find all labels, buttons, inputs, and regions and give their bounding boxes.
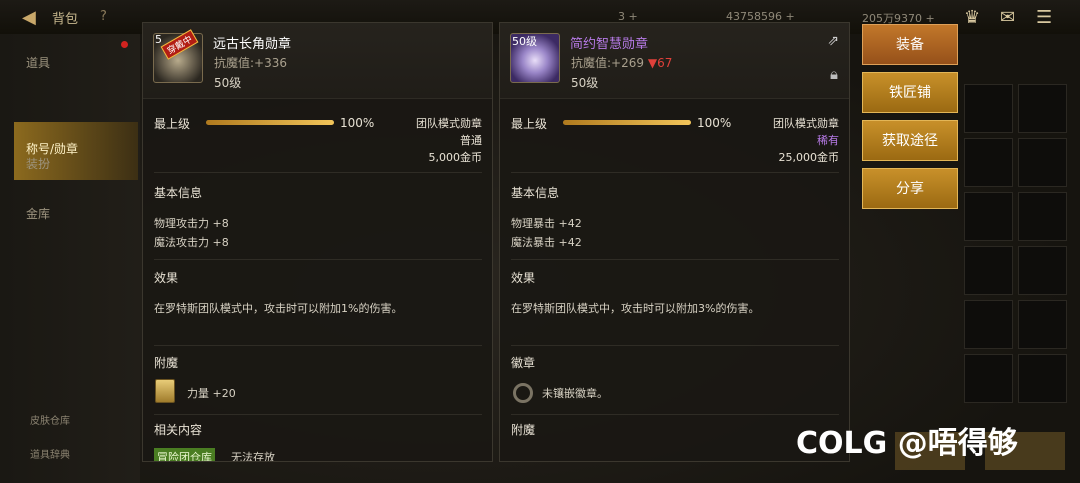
level-tag: 50级 bbox=[512, 35, 537, 48]
magic-resist-value: 抗魔值:+269 ▼67 bbox=[571, 56, 673, 70]
item-level: 50级 bbox=[214, 76, 242, 90]
item-level: 50级 bbox=[571, 76, 599, 90]
item-type: 团队模式勋章 bbox=[416, 117, 482, 130]
divider bbox=[511, 259, 839, 260]
inventory-slot[interactable] bbox=[964, 192, 1013, 241]
item-tooltip-compare: 50级 简约智慧勋章 抗魔值:+269 ▼67 50级 ⇗ 🔒︎ 最上级 100… bbox=[499, 22, 850, 462]
enhance-progress-bar bbox=[563, 120, 691, 125]
item-name: 远古长角勋章 bbox=[213, 37, 292, 52]
horn-medal-icon: 5 穿戴中 bbox=[153, 29, 203, 83]
divider bbox=[511, 172, 839, 173]
equip-button[interactable]: 装备 bbox=[862, 24, 958, 65]
sidebar: 道具 称号/勋章 装扮 金库 皮肤仓库 道具辞典 bbox=[0, 34, 140, 483]
enhance-percent: 100% bbox=[697, 116, 732, 130]
basic-info-title: 基本信息 bbox=[154, 186, 203, 200]
inventory-slot[interactable] bbox=[1018, 84, 1067, 133]
notification-dot bbox=[121, 41, 128, 48]
effect-title: 效果 bbox=[511, 271, 536, 285]
sidebar-item-avatar[interactable]: 装扮 bbox=[26, 155, 50, 172]
sidebar-item-vault[interactable]: 金库 bbox=[26, 205, 50, 222]
inventory-slot[interactable] bbox=[964, 84, 1013, 133]
crown-icon[interactable]: ♛ bbox=[964, 7, 980, 28]
blacksmith-button[interactable]: 铁匠铺 bbox=[862, 72, 958, 113]
inventory-slot[interactable] bbox=[964, 300, 1013, 349]
stat-line: 魔法暴击 +42 bbox=[511, 236, 582, 249]
inventory-slot[interactable] bbox=[1018, 300, 1067, 349]
emblem-title: 徽章 bbox=[511, 356, 536, 370]
storage-tag: 冒险团仓库 bbox=[154, 448, 215, 461]
inventory-slot[interactable] bbox=[1018, 192, 1067, 241]
watermark: COLG @唔得够 bbox=[796, 426, 1018, 461]
item-header: 5 穿戴中 远古长角勋章 抗魔值:+336 50级 bbox=[143, 23, 492, 99]
back-arrow-icon[interactable]: ◀ bbox=[22, 7, 36, 28]
skin-storage-link[interactable]: 皮肤仓库 bbox=[30, 412, 70, 427]
share-button[interactable]: 分享 bbox=[862, 168, 958, 209]
inventory-slot[interactable] bbox=[1018, 138, 1067, 187]
enchant-title: 附魔 bbox=[154, 356, 179, 370]
effect-text: 在罗特斯团队模式中，攻击时可以附加3%的伤害。 bbox=[511, 302, 760, 315]
item-dictionary-link[interactable]: 道具辞典 bbox=[30, 446, 70, 461]
sidebar-item-items[interactable]: 道具 bbox=[26, 54, 50, 71]
emblem-status: 未镶嵌徽章。 bbox=[542, 387, 608, 400]
item-tooltip-equipped: 5 穿戴中 远古长角勋章 抗魔值:+336 50级 最上级 100% 团队模式勋… bbox=[142, 22, 493, 462]
inventory-slot[interactable] bbox=[964, 246, 1013, 295]
item-name: 简约智慧勋章 bbox=[570, 37, 649, 52]
magic-resist-value: 抗魔值:+336 bbox=[214, 56, 288, 70]
effect-title: 效果 bbox=[154, 271, 179, 285]
inventory-slot[interactable] bbox=[964, 354, 1013, 403]
inventory-slot[interactable] bbox=[1018, 354, 1067, 403]
enhance-label: 最上级 bbox=[511, 117, 548, 131]
related-title: 相关内容 bbox=[154, 423, 203, 437]
page-title: 背包 bbox=[52, 12, 79, 27]
stat-line: 物理攻击力 +8 bbox=[154, 217, 229, 230]
enhance-label: 最上级 bbox=[154, 117, 191, 131]
divider bbox=[511, 345, 839, 346]
divider bbox=[154, 345, 482, 346]
equipped-badge: 穿戴中 bbox=[160, 29, 199, 60]
enchant-title: 附魔 bbox=[511, 423, 536, 437]
menu-icon[interactable]: ☰ bbox=[1036, 7, 1052, 28]
item-rarity: 稀有 bbox=[817, 134, 839, 147]
mail-icon[interactable]: ✉ bbox=[1000, 7, 1015, 28]
enchant-value: 力量 +20 bbox=[187, 387, 236, 400]
acquire-route-button[interactable]: 获取途径 bbox=[862, 120, 958, 161]
enhance-progress-bar bbox=[206, 120, 334, 125]
divider bbox=[154, 414, 482, 415]
item-price: 25,000金币 bbox=[778, 151, 840, 164]
stat-line: 物理暴击 +42 bbox=[511, 217, 582, 230]
basic-info-title: 基本信息 bbox=[511, 186, 560, 200]
divider bbox=[511, 414, 839, 415]
lock-icon[interactable]: 🔒︎ bbox=[830, 65, 838, 83]
divider bbox=[154, 259, 482, 260]
level-tag: 5 bbox=[155, 33, 162, 46]
item-price: 5,000金币 bbox=[428, 151, 483, 164]
enchant-card-icon bbox=[155, 379, 175, 403]
inventory-slot[interactable] bbox=[1018, 246, 1067, 295]
stat-line: 魔法攻击力 +8 bbox=[154, 236, 229, 249]
item-header: 50级 简约智慧勋章 抗魔值:+269 ▼67 50级 ⇗ 🔒︎ bbox=[500, 23, 849, 99]
item-type: 团队模式勋章 bbox=[773, 117, 839, 130]
effect-text: 在罗特斯团队模式中，攻击时可以附加1%的伤害。 bbox=[154, 302, 403, 315]
help-icon[interactable]: ? bbox=[100, 9, 107, 24]
item-rarity: 普通 bbox=[460, 134, 482, 147]
storage-status: 无法存放 bbox=[231, 451, 275, 462]
wisdom-medal-icon: 50级 bbox=[510, 33, 560, 83]
inventory-slot[interactable] bbox=[964, 138, 1013, 187]
empty-emblem-slot-icon bbox=[513, 383, 533, 403]
share-icon[interactable]: ⇗ bbox=[827, 33, 839, 49]
divider bbox=[154, 172, 482, 173]
enhance-percent: 100% bbox=[340, 116, 375, 130]
